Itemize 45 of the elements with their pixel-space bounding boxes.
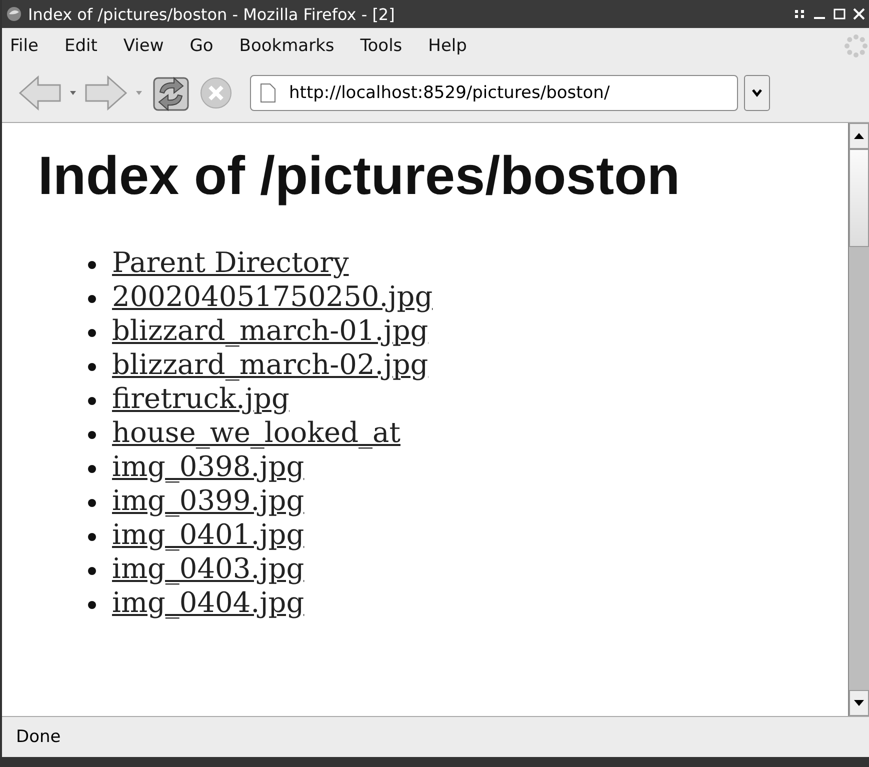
page-icon [260, 83, 276, 103]
bullet-icon [88, 295, 96, 303]
grip-icon[interactable] [793, 7, 807, 21]
globe-icon [6, 6, 22, 22]
scrollbar[interactable] [848, 123, 869, 716]
menu-item[interactable]: Edit [64, 36, 98, 56]
menu-item[interactable]: View [123, 36, 164, 56]
file-link[interactable]: blizzard_march-01.jpg [112, 314, 428, 346]
bullet-icon [88, 261, 96, 269]
menu-item[interactable]: Bookmarks [239, 36, 334, 56]
up-arrow-icon[interactable] [853, 132, 865, 140]
close-icon[interactable] [853, 7, 865, 21]
file-link[interactable]: Parent Directory [112, 246, 349, 278]
menu-item[interactable]: File [10, 36, 38, 56]
bullet-icon [88, 567, 96, 575]
menu-item[interactable]: Tools [360, 36, 402, 56]
dropdown-button[interactable] [744, 75, 770, 111]
chevron-icon [751, 88, 763, 98]
bullet-icon [88, 363, 96, 371]
file-link[interactable]: img_0404.jpg [112, 586, 304, 618]
window-title: Index of /pictures/boston - Mozilla Firefox - [2] [28, 4, 396, 24]
file-link[interactable]: house_we_looked_at [112, 416, 400, 448]
file-link[interactable]: img_0399.jpg [112, 484, 304, 516]
file-link[interactable]: img_0401.jpg [112, 518, 304, 550]
file-link[interactable]: firetruck.jpg [112, 382, 290, 414]
page-heading: Index of /pictures/boston [38, 145, 682, 207]
menu-item[interactable]: Go [190, 36, 214, 56]
scrollbar-thumb[interactable] [849, 149, 869, 247]
file-link[interactable]: 200204051750250.jpg [112, 280, 433, 312]
bullet-icon [88, 499, 96, 507]
file-link[interactable]: img_0403.jpg [112, 552, 304, 584]
bullet-icon [88, 329, 96, 337]
menu-item[interactable]: Help [428, 36, 467, 56]
bullet-icon [88, 533, 96, 541]
maximize-icon[interactable] [833, 7, 847, 21]
throbber-icon [843, 33, 869, 59]
file-link[interactable]: img_0398.jpg [112, 450, 304, 482]
down-arrow-icon[interactable] [853, 699, 865, 707]
status-text: Done [16, 727, 61, 747]
bullet-icon [88, 465, 96, 473]
bullet-icon [88, 431, 96, 439]
file-link[interactable]: blizzard_march-02.jpg [112, 348, 428, 380]
bullet-icon [88, 601, 96, 609]
address-field[interactable]: http://localhost:8529/pictures/boston/ [250, 75, 738, 111]
bullet-icon [88, 397, 96, 405]
